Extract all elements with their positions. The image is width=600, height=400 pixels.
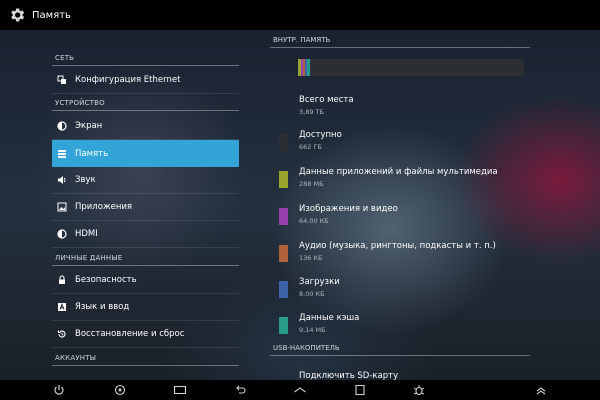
screenshot-icon[interactable] xyxy=(353,383,367,397)
category-value: 662 ГБ xyxy=(299,143,322,151)
storage-category-apps[interactable]: Данные приложений и файлы мультимедиа 28… xyxy=(270,166,530,202)
category-name: Загрузки xyxy=(299,277,340,287)
menu-item-ethernet[interactable]: Конфигурация Ethernet xyxy=(52,67,239,94)
apps-icon xyxy=(57,202,67,212)
storage-category-available[interactable]: Доступно 662 ГБ xyxy=(270,129,530,165)
category-name: Данные приложений и файлы мультимедиа xyxy=(299,167,498,177)
menu-item-label: Восстановление и сброс xyxy=(75,329,185,339)
lock-icon xyxy=(59,275,65,284)
section-header-device: УСТРОЙСТВО xyxy=(52,95,239,111)
storage-usage-bar xyxy=(298,59,524,76)
back-icon[interactable] xyxy=(233,383,247,397)
storage-category-downloads[interactable]: Загрузки 8,00 КБ xyxy=(270,276,530,312)
restore-icon xyxy=(57,330,66,338)
color-swatch xyxy=(279,208,288,225)
menu-item-sound[interactable]: Звук xyxy=(52,167,239,194)
storage-category-images[interactable]: Изображения и видео 64,00 КБ xyxy=(270,203,530,239)
storage-category-audio[interactable]: Аудио (музыка, рингтоны, подкасты и т. п… xyxy=(270,240,530,276)
usb-storage-header: USB-НАКОПИТЕЛЬ xyxy=(270,340,530,356)
category-value: 288 МБ xyxy=(299,180,324,188)
category-value: 64,00 КБ xyxy=(299,217,329,225)
menu-item-label: Конфигурация Ethernet xyxy=(75,75,181,85)
menu-item-label: HDMI xyxy=(75,229,98,239)
menu-item-language[interactable]: Язык и ввод xyxy=(52,294,239,321)
category-name: Аудио (музыка, рингтоны, подкасты и т. п… xyxy=(299,241,496,251)
menu-item-label: Память xyxy=(75,148,109,159)
action-bar: Память xyxy=(0,0,600,30)
settings-icon[interactable] xyxy=(113,383,127,397)
menu-item-apps[interactable]: Приложения xyxy=(52,194,239,221)
menu-item-label: Экран xyxy=(75,121,103,131)
color-swatch xyxy=(279,171,288,188)
section-header-network: СЕТЬ xyxy=(52,50,239,66)
category-name: Доступно xyxy=(299,130,342,140)
system-nav-bar xyxy=(0,380,600,400)
section-header-accounts: АККАУНТЫ xyxy=(52,350,239,366)
speaker-icon xyxy=(58,176,66,184)
menu-item-hdmi[interactable]: HDMI xyxy=(52,221,239,248)
up-icon[interactable] xyxy=(534,383,548,397)
language-icon xyxy=(58,303,66,311)
color-swatch xyxy=(279,245,288,262)
storage-panel: ВНУТР. ПАМЯТЬ Всего места 3,89 ТБ Доступ… xyxy=(270,30,530,381)
color-swatch xyxy=(279,134,288,151)
category-value: 8,00 КБ xyxy=(299,290,325,298)
menu-item-display[interactable]: Экран xyxy=(52,113,239,140)
brightness-icon xyxy=(57,121,67,131)
page-title: Память xyxy=(32,9,71,21)
menu-item-restore[interactable]: Восстановление и сброс xyxy=(52,321,239,348)
usage-segment-cache xyxy=(307,59,310,76)
total-space-value: 3,89 ТБ xyxy=(299,108,324,116)
home-icon[interactable] xyxy=(293,383,307,397)
category-name: Данные кэша xyxy=(299,313,360,323)
menu-item-label: Звук xyxy=(75,175,96,185)
bug-icon[interactable] xyxy=(412,383,426,397)
color-swatch xyxy=(279,281,288,298)
menu-item-security[interactable]: Безопасность xyxy=(52,267,239,294)
total-space: Всего места 3,89 ТБ xyxy=(299,95,354,116)
menu-item-storage[interactable]: Память xyxy=(52,140,239,167)
settings-gear-icon[interactable] xyxy=(8,6,26,24)
total-space-label: Всего места xyxy=(299,95,354,105)
storage-icon xyxy=(58,149,66,158)
menu-item-label: Язык и ввод xyxy=(75,302,130,312)
color-swatch xyxy=(279,317,288,334)
section-header-personal: ЛИЧНЫЕ ДАННЫЕ xyxy=(52,250,239,266)
ethernet-icon xyxy=(57,75,66,84)
menu-item-label: Приложения xyxy=(75,202,133,212)
category-value: 136 КБ xyxy=(299,254,323,262)
menu-item-label: Безопасность xyxy=(75,275,137,285)
category-value: 9,14 МБ xyxy=(299,326,326,334)
hdmi-icon xyxy=(57,229,67,239)
category-name: Изображения и видео xyxy=(299,204,398,214)
settings-menu: СЕТЬ Конфигурация Ethernet УСТРОЙСТВО Эк… xyxy=(52,30,239,380)
internal-storage-header: ВНУТР. ПАМЯТЬ xyxy=(270,32,530,48)
recent-apps-icon[interactable] xyxy=(173,383,187,397)
power-icon[interactable] xyxy=(52,383,66,397)
